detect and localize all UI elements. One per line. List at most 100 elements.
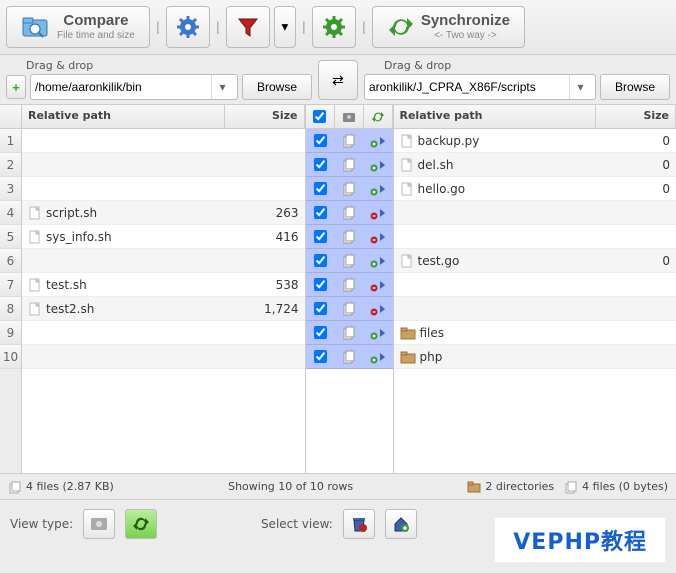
file-size: 416 — [225, 230, 305, 244]
row-number[interactable]: 5 — [0, 225, 21, 249]
select-add-button[interactable] — [385, 509, 417, 539]
swap-sides-button[interactable]: ⇄ — [318, 60, 358, 100]
action-cell[interactable] — [364, 206, 393, 220]
sync-settings-button[interactable] — [312, 6, 356, 48]
row-number[interactable]: 3 — [0, 177, 21, 201]
table-row[interactable] — [394, 225, 676, 249]
left-path-input[interactable] — [35, 80, 211, 94]
left-header-size[interactable]: Size — [225, 105, 305, 128]
left-browse-button[interactable]: Browse — [242, 74, 312, 100]
filter-dropdown[interactable]: ▾ — [274, 6, 296, 48]
action-cell[interactable] — [364, 230, 393, 244]
right-path-input[interactable] — [369, 80, 569, 94]
row-number[interactable]: 9 — [0, 321, 21, 345]
right-path-dropdown[interactable]: ▾ — [569, 75, 591, 99]
row-number[interactable]: 4 — [0, 201, 21, 225]
table-row[interactable]: php — [394, 345, 676, 369]
right-browse-button[interactable]: Browse — [600, 74, 670, 100]
compare-button[interactable]: Compare File time and size — [6, 6, 150, 48]
file-size: 0 — [596, 134, 676, 148]
row-number[interactable]: 10 — [0, 345, 21, 369]
table-row[interactable] — [394, 201, 676, 225]
category-cell[interactable] — [335, 182, 364, 196]
table-row[interactable] — [394, 297, 676, 321]
table-row[interactable]: script.sh263 — [22, 201, 305, 225]
table-row[interactable] — [22, 177, 305, 201]
category-cell[interactable] — [335, 350, 364, 364]
mid-header-action[interactable] — [364, 105, 393, 128]
table-row[interactable] — [22, 321, 305, 345]
row-number[interactable]: 7 — [0, 273, 21, 297]
mid-header-category[interactable] — [335, 105, 364, 128]
action-cell[interactable] — [364, 302, 393, 316]
toolbar-sep-2: | — [214, 20, 222, 34]
add-left-path-button[interactable]: + — [6, 75, 26, 99]
row-number[interactable]: 2 — [0, 153, 21, 177]
table-row[interactable]: hello.go0 — [394, 177, 676, 201]
view-category-button[interactable] — [83, 509, 115, 539]
row-number[interactable]: 1 — [0, 129, 21, 153]
row-include-checkbox[interactable] — [314, 302, 327, 315]
file-name: hello.go — [418, 182, 466, 196]
table-row[interactable]: test2.sh1,724 — [22, 297, 305, 321]
action-cell[interactable] — [364, 254, 393, 268]
left-path-combo[interactable]: ▾ — [30, 74, 238, 100]
action-cell[interactable] — [364, 134, 393, 148]
category-cell[interactable] — [335, 158, 364, 172]
status-bar: 4 files (2.87 KB) Showing 10 of 10 rows … — [0, 474, 676, 500]
table-row[interactable]: files — [394, 321, 676, 345]
category-cell[interactable] — [335, 206, 364, 220]
view-action-button[interactable] — [125, 509, 157, 539]
table-row[interactable]: test.go0 — [394, 249, 676, 273]
compare-settings-button[interactable] — [166, 6, 210, 48]
row-include-checkbox[interactable] — [314, 134, 327, 147]
row-include-checkbox[interactable] — [314, 278, 327, 291]
row-include-checkbox[interactable] — [314, 206, 327, 219]
mid-header-check[interactable] — [306, 105, 335, 128]
row-include-checkbox[interactable] — [314, 326, 327, 339]
toolbar-sep-1: | — [154, 20, 162, 34]
row-include-checkbox[interactable] — [314, 254, 327, 267]
sync-arrows-icon — [387, 14, 415, 40]
row-include-checkbox[interactable] — [314, 158, 327, 171]
table-row[interactable] — [22, 345, 305, 369]
left-header-path[interactable]: Relative path — [22, 105, 225, 128]
category-cell[interactable] — [335, 230, 364, 244]
action-cell[interactable] — [364, 278, 393, 292]
action-cell[interactable] — [364, 350, 393, 364]
action-cell[interactable] — [364, 182, 393, 196]
category-cell[interactable] — [335, 302, 364, 316]
row-include-checkbox[interactable] — [314, 182, 327, 195]
right-header-path[interactable]: Relative path — [394, 105, 597, 128]
table-row[interactable]: backup.py0 — [394, 129, 676, 153]
right-header-size[interactable]: Size — [596, 105, 676, 128]
table-row[interactable] — [22, 153, 305, 177]
table-row[interactable] — [22, 129, 305, 153]
file-icon — [400, 182, 414, 196]
category-cell[interactable] — [335, 134, 364, 148]
action-cell[interactable] — [364, 326, 393, 340]
action-cell[interactable] — [364, 158, 393, 172]
row-number[interactable]: 8 — [0, 297, 21, 321]
row-number[interactable]: 6 — [0, 249, 21, 273]
table-row[interactable] — [22, 249, 305, 273]
row-include-checkbox[interactable] — [314, 230, 327, 243]
category-cell[interactable] — [335, 326, 364, 340]
action-row — [306, 297, 393, 321]
synchronize-button[interactable]: Synchronize <- Two way -> — [372, 6, 525, 48]
row-include-checkbox[interactable] — [314, 350, 327, 363]
table-row[interactable]: del.sh0 — [394, 153, 676, 177]
table-row[interactable]: sys_info.sh416 — [22, 225, 305, 249]
table-row[interactable] — [394, 273, 676, 297]
left-path-col: Drag & drop + ▾ Browse — [6, 59, 312, 100]
right-path-combo[interactable]: ▾ — [364, 74, 596, 100]
filter-button[interactable] — [226, 6, 270, 48]
category-cell[interactable] — [335, 278, 364, 292]
table-row[interactable]: test.sh538 — [22, 273, 305, 297]
select-delete-button[interactable] — [343, 509, 375, 539]
category-cell[interactable] — [335, 254, 364, 268]
action-row — [306, 153, 393, 177]
file-name: test.sh — [46, 278, 87, 292]
left-path-dropdown[interactable]: ▾ — [211, 75, 233, 99]
file-icon — [400, 134, 414, 148]
